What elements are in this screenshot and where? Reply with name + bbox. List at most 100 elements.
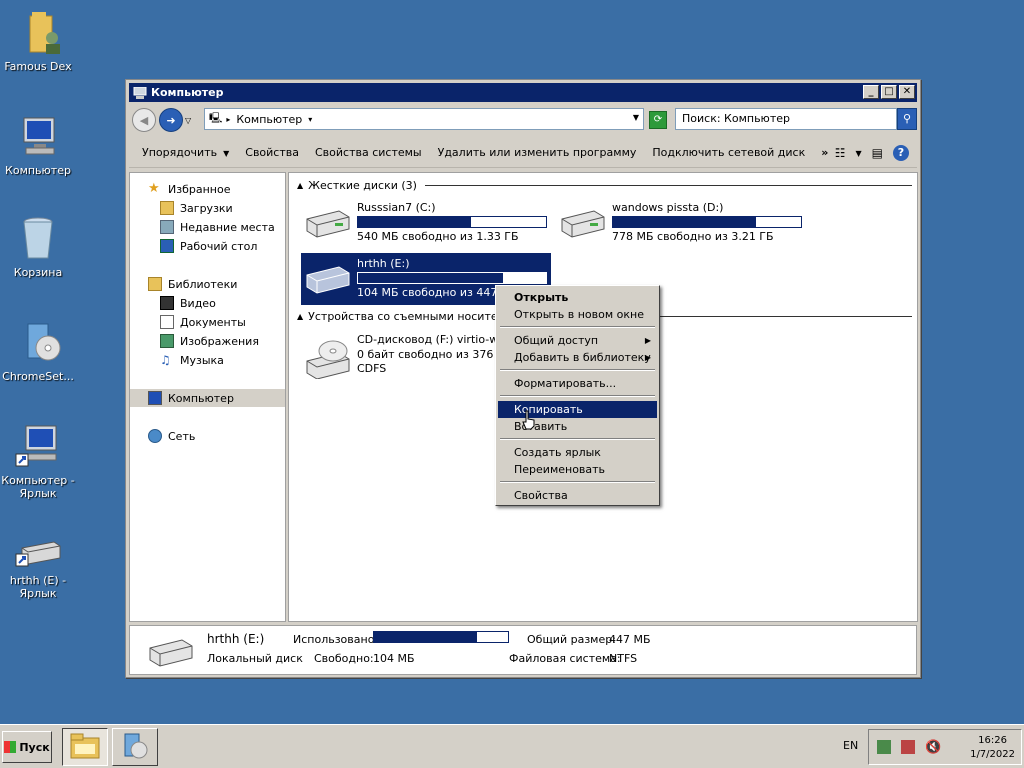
group-header-hard-disks[interactable]: ▲ Жесткие диски (3): [297, 179, 912, 192]
desktop-icon-computer[interactable]: Компьютер: [0, 112, 76, 177]
forward-arrow-icon: ➜: [166, 113, 176, 127]
details-type: Локальный диск: [207, 652, 303, 665]
drive-filesystem: CDFS: [357, 362, 387, 375]
map-network-drive-button[interactable]: Подключить сетевой диск: [652, 146, 805, 159]
menu-item-properties[interactable]: Свойства: [498, 487, 657, 504]
title-bar[interactable]: Компьютер _ □ ✕: [129, 83, 917, 102]
menu-item-create-shortcut[interactable]: Создать ярлык: [498, 444, 657, 461]
language-indicator[interactable]: EN: [843, 739, 858, 752]
nav-item-network[interactable]: Сеть: [130, 427, 285, 445]
help-icon[interactable]: ?: [893, 145, 909, 161]
nav-item-libraries[interactable]: Библиотеки: [130, 275, 285, 293]
start-label: Пуск: [19, 740, 50, 754]
clock-time: 16:26: [978, 735, 1007, 746]
nav-item-computer[interactable]: Компьютер: [130, 389, 285, 407]
computer-icon: [14, 112, 62, 160]
back-button[interactable]: ◀: [132, 108, 156, 132]
search-button[interactable]: ⚲: [897, 108, 917, 130]
more-commands-button[interactable]: »: [821, 146, 828, 159]
menu-item-format[interactable]: Форматировать...: [498, 375, 657, 392]
network-tray-icon[interactable]: [877, 740, 891, 754]
address-bar-area: ◀ ➜ ▽ 🖳 ▸ Компьютер ▾ ▼ ⟳ Поиск: Компьют…: [129, 105, 917, 135]
details-usage-bar: [373, 631, 509, 643]
drive-d[interactable]: wandows pissta (D:) 778 МБ свободно из 3…: [556, 197, 806, 249]
drive-usage-fill: [358, 273, 503, 283]
history-dropdown-icon[interactable]: ▽: [185, 116, 191, 125]
nav-item-favorites[interactable]: ★ Избранное: [130, 180, 285, 198]
chevron-down-icon: ▼: [223, 149, 230, 158]
forward-button[interactable]: ➜: [159, 108, 183, 132]
hard-drive-icon: [305, 207, 351, 239]
taskbar-explorer-button[interactable]: [62, 728, 108, 766]
desktop-icon-label: hrthh (E) - Ярлык: [9, 574, 67, 600]
nav-item-label: Избранное: [168, 182, 231, 196]
chevron-down-icon[interactable]: ▼: [856, 149, 862, 158]
system-properties-button[interactable]: Свойства системы: [315, 146, 422, 159]
menu-item-rename[interactable]: Переименовать: [498, 461, 657, 478]
navigation-pane: ★ Избранное Загрузки Недавние места Рабо…: [129, 172, 286, 622]
group-title: Жесткие диски (3): [308, 179, 417, 192]
desktop-icon-recycle-bin[interactable]: Корзина: [0, 214, 76, 279]
menu-item-open-new-window[interactable]: Открыть в новом окне: [498, 306, 657, 323]
minimize-button[interactable]: _: [863, 85, 879, 99]
maximize-button[interactable]: □: [881, 85, 897, 99]
desktop-icon-famous-dex[interactable]: Famous Dex: [0, 8, 76, 73]
taskbar-installer-button[interactable]: [112, 728, 158, 766]
divider: [424, 185, 912, 186]
start-button[interactable]: Пуск: [2, 731, 52, 763]
search-icon: ⚲: [902, 112, 912, 125]
organize-button[interactable]: Упорядочить ▼: [142, 146, 229, 159]
refresh-button[interactable]: ⟳: [649, 111, 667, 129]
recent-places-icon: [160, 220, 174, 234]
desktop-icon-label: Корзина: [13, 266, 63, 279]
menu-item-share[interactable]: Общий доступ ▶: [498, 332, 657, 349]
windows-logo-icon: [4, 741, 17, 753]
menu-item-add-library[interactable]: Добавить в библиотеку ▶: [498, 349, 657, 366]
address-dropdown-icon[interactable]: ▼: [633, 113, 639, 122]
drive-space-info: 778 МБ свободно из 3.21 ГБ: [612, 230, 774, 243]
documents-icon: [160, 315, 174, 329]
nav-item-images[interactable]: Изображения: [130, 332, 285, 350]
address-field[interactable]: 🖳 ▸ Компьютер ▾ ▼: [204, 108, 644, 130]
desktop-icon-label: Famous Dex: [4, 60, 72, 73]
drive-space-info: 540 МБ свободно из 1.33 ГБ: [357, 230, 519, 243]
drive-shortcut-icon: [14, 534, 62, 570]
volume-muted-icon[interactable]: 🔇: [925, 740, 941, 755]
desktop-icon-chromeset[interactable]: ChromeSet...: [0, 318, 76, 383]
nav-item-video[interactable]: Видео: [130, 294, 285, 312]
clock[interactable]: 16:26 1/7/2022: [970, 734, 1015, 762]
organize-label: Упорядочить: [142, 146, 218, 159]
view-options-icon[interactable]: ☷: [835, 146, 846, 160]
menu-item-label: Добавить в библиотеку: [514, 351, 651, 364]
menu-separator: [500, 395, 655, 397]
breadcrumb-computer[interactable]: Компьютер: [236, 113, 302, 126]
nav-item-downloads[interactable]: Загрузки: [130, 199, 285, 217]
preview-pane-icon[interactable]: ▤: [872, 146, 883, 160]
close-button[interactable]: ✕: [899, 85, 915, 99]
nav-item-label: Библиотеки: [168, 277, 238, 291]
command-bar: Упорядочить ▼ Свойства Свойства системы У…: [129, 138, 917, 168]
video-icon: [160, 296, 174, 310]
desktop-icon-computer-shortcut[interactable]: Компьютер - Ярлык: [0, 422, 76, 500]
nav-item-documents[interactable]: Документы: [130, 313, 285, 331]
collapse-icon: ▲: [297, 312, 304, 321]
menu-item-open[interactable]: Открыть: [498, 289, 657, 306]
menu-item-label: Общий доступ: [514, 334, 599, 347]
nav-item-recent[interactable]: Недавние места: [130, 218, 285, 236]
search-input[interactable]: Поиск: Компьютер: [675, 108, 897, 130]
libraries-icon: [148, 277, 162, 291]
drive-name: wandows pissta (D:): [612, 201, 724, 214]
chevron-down-icon[interactable]: ▾: [308, 115, 312, 124]
uninstall-program-button[interactable]: Удалить или изменить программу: [438, 146, 637, 159]
properties-button[interactable]: Свойства: [245, 146, 299, 159]
drive-usage-bar: [357, 216, 547, 228]
desktop-icon-hrthh-shortcut[interactable]: hrthh (E) - Ярлык: [0, 534, 76, 600]
nav-item-desktop[interactable]: Рабочий стол: [130, 237, 285, 255]
drive-c[interactable]: Russsian7 (C:) 540 МБ свободно из 1.33 Г…: [301, 197, 551, 249]
details-free-label: Свободно:: [314, 652, 374, 665]
clock-date: 1/7/2022: [970, 749, 1015, 760]
details-fs-value: NTFS: [609, 652, 638, 665]
nav-item-music[interactable]: ♫ Музыка: [130, 351, 285, 369]
security-tray-icon[interactable]: [901, 740, 915, 754]
menu-separator: [500, 326, 655, 328]
